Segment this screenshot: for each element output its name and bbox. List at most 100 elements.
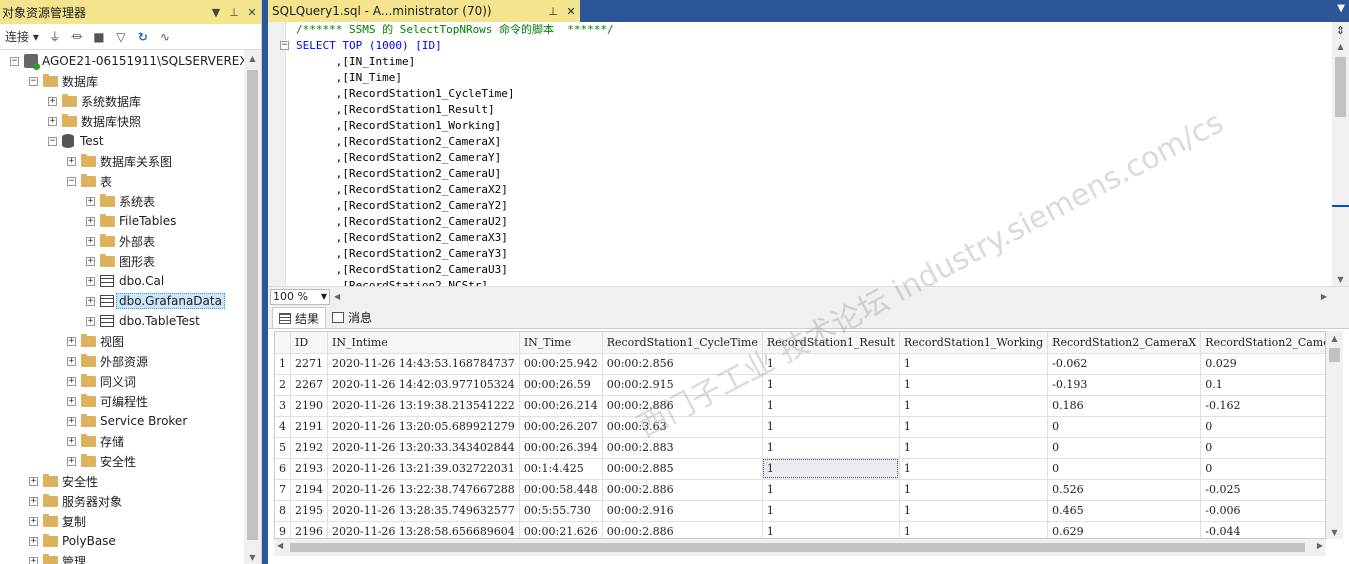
grid-cell[interactable]: 0 — [1047, 458, 1202, 480]
collapse-icon[interactable]: − — [280, 41, 289, 50]
grid-cell[interactable]: 00:00:2.916 — [602, 500, 763, 522]
grid-cell[interactable]: 1 — [899, 521, 1049, 538]
code-line[interactable]: ,[RecordStation2_CameraU] — [296, 166, 614, 182]
activity-monitor-icon[interactable]: ∿ — [156, 30, 174, 44]
expand-icon[interactable]: + — [86, 196, 95, 206]
grid-vertical-scrollbar[interactable]: ▲ ▼ — [1326, 331, 1343, 539]
grid-cell[interactable]: 00:00:26.214 — [519, 395, 603, 417]
grid-cell[interactable]: 0.465 — [1047, 500, 1202, 522]
code-line[interactable]: ,[RecordStation2_NCStr] — [296, 278, 614, 286]
tree-node[interactable]: + 图形表 — [86, 251, 155, 271]
grid-cell[interactable]: 00:00:2.883 — [602, 437, 763, 459]
scroll-down-icon[interactable]: ▼ — [244, 553, 261, 562]
grid-cell[interactable]: 1 — [899, 353, 1049, 375]
split-icon[interactable]: ⇕ — [1332, 24, 1349, 38]
stop-icon[interactable]: ■ — [90, 30, 108, 44]
code-line[interactable]: ,[RecordStation2_CameraX2] — [296, 182, 614, 198]
connect-button[interactable]: 连接 ▾ — [2, 28, 42, 45]
code-line[interactable]: − SELECT TOP (1000) [ID] — [280, 38, 614, 54]
grid-cell[interactable]: 1 — [762, 479, 900, 501]
expand-icon[interactable]: + — [67, 336, 76, 346]
tree-node[interactable]: + dbo.GrafanaData — [86, 291, 225, 311]
code-line[interactable]: ,[RecordStation1_Result] — [296, 102, 614, 118]
grid-cell[interactable]: 1 — [899, 395, 1049, 417]
grid-cell[interactable]: 0 — [1200, 437, 1325, 459]
tree-node[interactable]: + Service Broker — [67, 411, 187, 431]
refresh-icon[interactable]: ↻ — [134, 30, 152, 44]
expand-icon[interactable]: + — [29, 536, 38, 546]
grid-cell[interactable]: 00:1:4.425 — [519, 458, 603, 480]
grid-cell[interactable]: 2020-11-26 14:42:03.977105324 — [327, 374, 520, 396]
code-line[interactable]: ,[IN_Time] — [296, 70, 614, 86]
code-area[interactable]: /****** SSMS 的 SelectTopNRows 命令的脚本 ****… — [280, 22, 614, 286]
filter-icon[interactable]: ▽ — [112, 30, 130, 44]
tree-node[interactable]: + 外部资源 — [67, 351, 148, 371]
tree-node[interactable]: + 数据库快照 — [48, 111, 141, 131]
grid-cell[interactable]: 0 — [1200, 416, 1325, 438]
scrollbar-thumb[interactable] — [247, 70, 258, 540]
scroll-down-icon[interactable]: ▼ — [1332, 275, 1349, 284]
grid-cell[interactable]: 2020-11-26 13:28:35.749632577 — [327, 500, 520, 522]
grid-cell[interactable]: 0.1 — [1200, 374, 1325, 396]
expand-icon[interactable]: + — [67, 396, 76, 406]
grid-cell[interactable]: 0 — [1047, 416, 1202, 438]
scrollbar-thumb[interactable] — [290, 543, 1305, 552]
expand-icon[interactable]: + — [86, 296, 95, 306]
grid-cell[interactable]: 2020-11-26 13:21:39.032722031 — [327, 458, 520, 480]
row-number[interactable]: 7 — [275, 479, 291, 501]
grid-cell[interactable]: 00:00:2.915 — [602, 374, 763, 396]
expand-icon[interactable]: + — [67, 356, 76, 366]
grid-cell[interactable]: 2271 — [290, 353, 328, 375]
expand-icon[interactable]: + — [86, 216, 95, 226]
scrollbar-thumb[interactable] — [1329, 348, 1340, 362]
grid-cell[interactable]: 1 — [899, 479, 1049, 501]
panel-dropdown-icon[interactable]: ▼ — [207, 6, 225, 19]
grid-cell[interactable]: 00:00:3.63 — [602, 416, 763, 438]
grid-cell[interactable]: 1 — [762, 500, 900, 522]
editor-scrollbar[interactable]: ⇕ ▲ ▼ — [1332, 22, 1349, 286]
grid-cell[interactable]: 2194 — [290, 479, 328, 501]
grid-horizontal-scrollbar[interactable]: ◀ ▶ — [274, 539, 1326, 556]
column-header[interactable]: RecordStation2_CameraY — [1200, 332, 1325, 354]
code-line[interactable]: ,[IN_Intime] — [296, 54, 614, 70]
grid-cell[interactable]: 1 — [762, 374, 900, 396]
grid-cell[interactable]: 00:00:2.886 — [602, 479, 763, 501]
expand-icon[interactable]: + — [48, 96, 57, 106]
column-header[interactable]: RecordStation2_CameraX — [1047, 332, 1202, 354]
tree-node[interactable]: + 同义词 — [67, 371, 136, 391]
scroll-up-icon[interactable]: ▲ — [1326, 334, 1343, 343]
expand-icon[interactable]: + — [29, 516, 38, 526]
grid-cell[interactable]: -0.006 — [1200, 500, 1325, 522]
expand-icon[interactable]: + — [67, 456, 76, 466]
grid-cell[interactable]: 0.186 — [1047, 395, 1202, 417]
grid-cell[interactable]: 1 — [762, 416, 900, 438]
grid-cell[interactable]: 1 — [899, 416, 1049, 438]
tab-messages[interactable]: 消息 — [326, 307, 378, 328]
column-header[interactable] — [275, 332, 291, 354]
code-line[interactable]: ,[RecordStation2_CameraX3] — [296, 230, 614, 246]
table-row[interactable]: 6 2193 2020-11-26 13:21:39.032722031 00:1:4… — [275, 458, 1325, 480]
tree-node[interactable]: + dbo.Cal — [86, 271, 164, 291]
grid-cell[interactable]: -0.193 — [1047, 374, 1202, 396]
row-number[interactable]: 9 — [275, 521, 291, 538]
grid-cell[interactable]: 2190 — [290, 395, 328, 417]
code-line[interactable]: ,[RecordStation2_CameraY3] — [296, 246, 614, 262]
column-header[interactable]: RecordStation1_Working — [899, 332, 1049, 354]
code-line[interactable]: ,[RecordStation1_Working] — [296, 118, 614, 134]
grid-cell[interactable]: 2192 — [290, 437, 328, 459]
table-row[interactable]: 8 2195 2020-11-26 13:28:35.749632577 00:5:5… — [275, 500, 1325, 522]
tab-sqlquery1[interactable]: SQLQuery1.sql - A...ministrator (70)) ⊥ … — [268, 0, 580, 22]
grid-cell[interactable]: 00:00:2.886 — [602, 521, 763, 538]
tree-node[interactable]: + 复制 — [29, 511, 86, 531]
expand-icon[interactable]: + — [67, 376, 76, 386]
grid-cell[interactable]: 0.029 — [1200, 353, 1325, 375]
row-number[interactable]: 4 — [275, 416, 291, 438]
grid-cell[interactable]: 00:00:58.448 — [519, 479, 603, 501]
grid-cell[interactable]: 2191 — [290, 416, 328, 438]
scroll-left-icon[interactable]: ◀ — [277, 541, 283, 550]
tree-node[interactable]: + dbo.TableTest — [86, 311, 200, 331]
grid-cell[interactable]: 1 — [899, 374, 1049, 396]
table-row[interactable]: 5 2192 2020-11-26 13:20:33.343402844 00:00:… — [275, 437, 1325, 459]
tree-node[interactable]: + PolyBase — [29, 531, 116, 551]
grid-cell[interactable]: 00:00:2.886 — [602, 395, 763, 417]
